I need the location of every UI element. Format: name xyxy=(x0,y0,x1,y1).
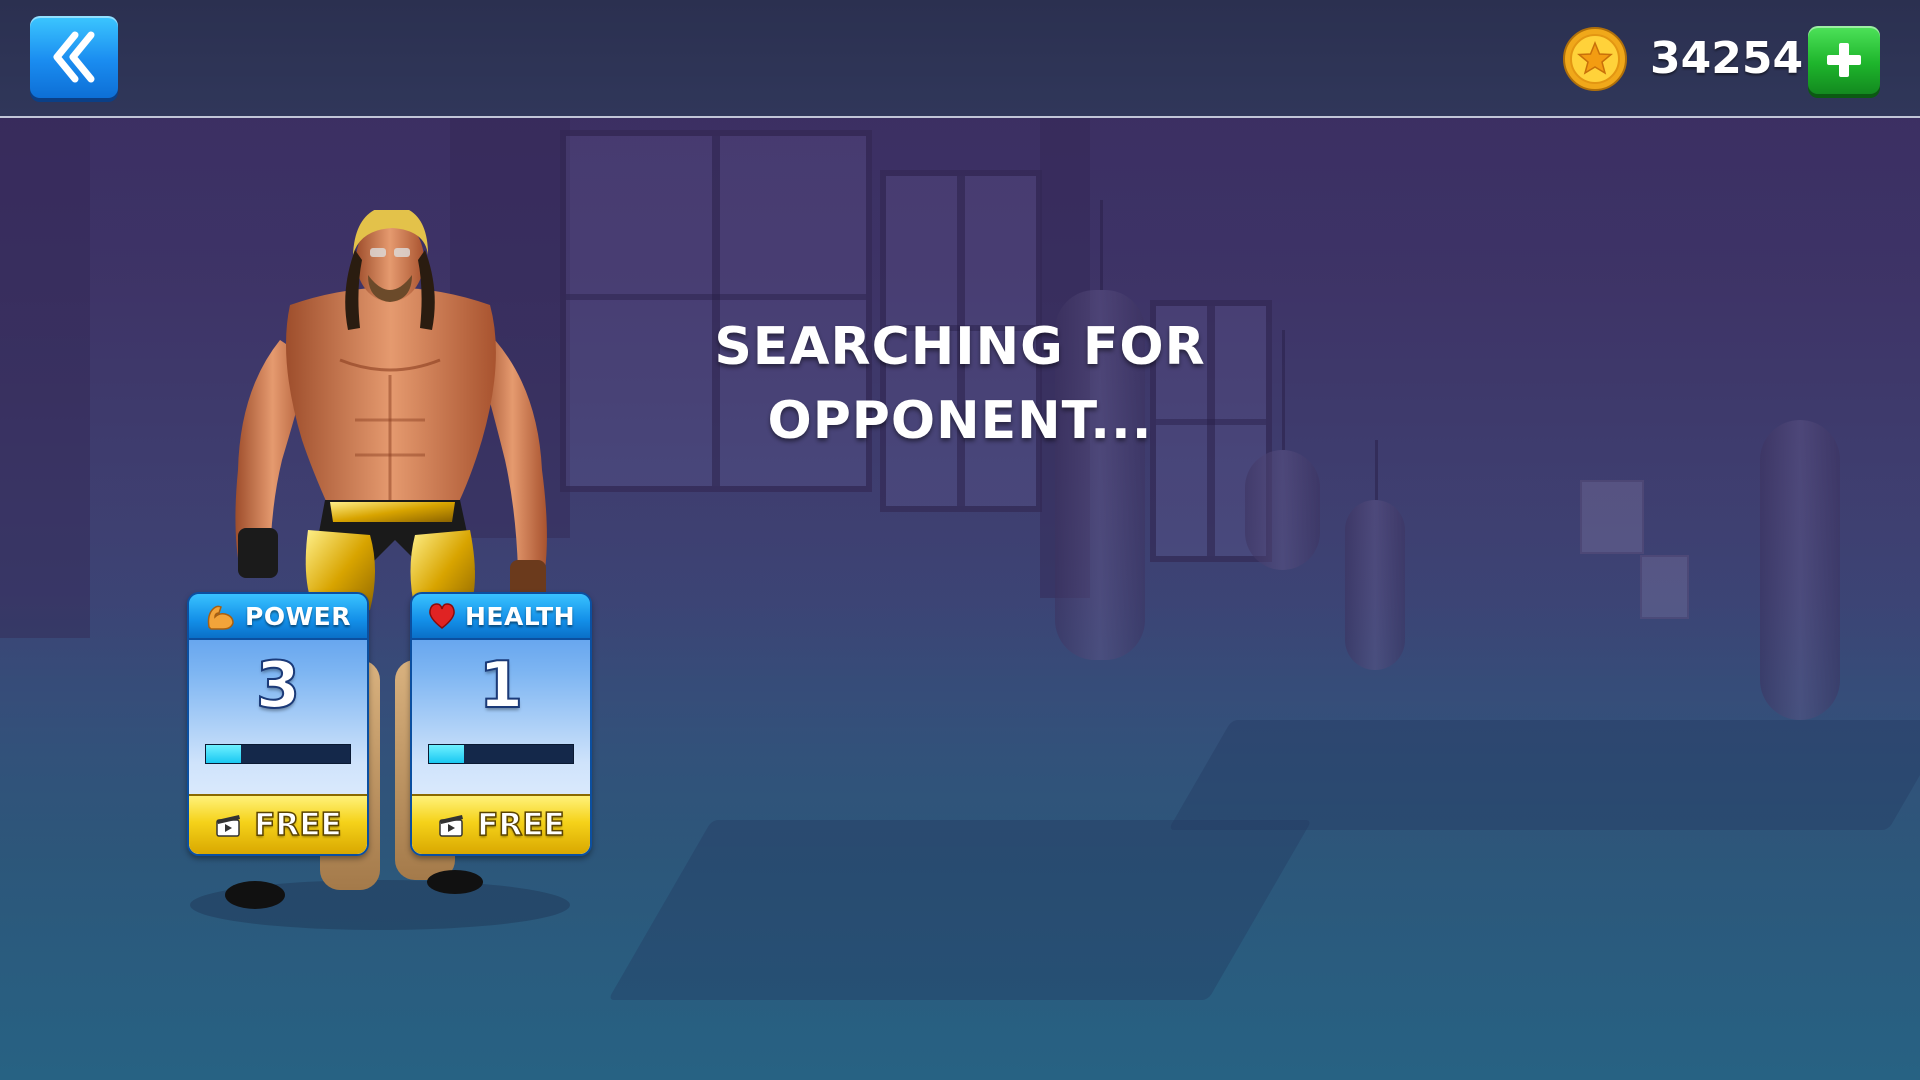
power-free-label: FREE xyxy=(254,806,343,844)
power-free-upgrade-button[interactable]: FREE xyxy=(189,794,367,854)
gold-star-coin-icon xyxy=(1563,27,1627,91)
coin-balance: 34254 xyxy=(1650,33,1804,84)
punching-bag xyxy=(1245,450,1320,570)
health-free-label: FREE xyxy=(477,806,566,844)
health-value: 1 xyxy=(478,648,525,724)
power-progress-bar xyxy=(205,744,351,764)
wall-poster xyxy=(1580,480,1644,554)
video-ad-icon xyxy=(216,815,241,837)
top-bar: 34254 xyxy=(0,0,1920,118)
floor-mat xyxy=(608,820,1312,1000)
power-stat-card: POWER 3 FREE xyxy=(187,592,369,856)
bag-chain xyxy=(1282,330,1285,450)
add-coins-button[interactable] xyxy=(1808,26,1880,94)
flexed-arm-icon xyxy=(207,605,234,630)
card-header: POWER xyxy=(189,594,367,640)
wall-poster xyxy=(1640,555,1689,619)
health-progress-fill xyxy=(429,745,464,763)
power-title: POWER xyxy=(245,601,351,631)
pillar xyxy=(0,118,90,638)
matchmaking-status: SEARCHING FOR OPPONENT... xyxy=(700,310,1220,458)
double-chevron-left-icon xyxy=(53,31,95,83)
power-value: 3 xyxy=(255,648,302,724)
status-line-1: SEARCHING FOR xyxy=(714,317,1206,377)
punching-bag xyxy=(1345,500,1405,670)
status-line-2: OPPONENT... xyxy=(767,391,1153,451)
power-progress-fill xyxy=(206,745,241,763)
punching-bag xyxy=(1760,420,1840,720)
health-stat-card: HEALTH 1 FREE xyxy=(410,592,592,856)
card-header: HEALTH xyxy=(412,594,590,640)
back-button[interactable] xyxy=(30,16,118,98)
plus-icon xyxy=(1827,43,1861,77)
floor-mat xyxy=(1168,720,1920,830)
health-progress-bar xyxy=(428,744,574,764)
video-ad-icon xyxy=(439,815,464,837)
health-title: HEALTH xyxy=(464,601,576,631)
heart-icon xyxy=(429,603,455,629)
bag-chain xyxy=(1100,200,1103,290)
bag-chain xyxy=(1375,440,1378,500)
health-free-upgrade-button[interactable]: FREE xyxy=(412,794,590,854)
